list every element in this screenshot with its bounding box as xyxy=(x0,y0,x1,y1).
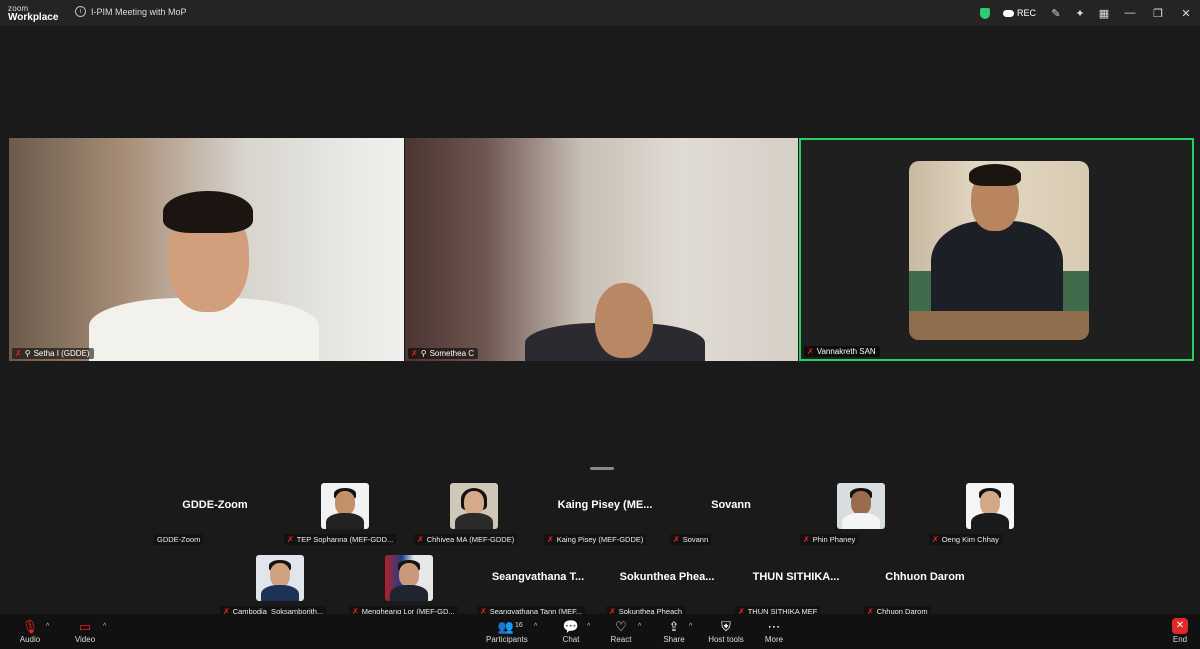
gallery-thumb[interactable]: Sovann ✗ Sovann xyxy=(666,483,796,545)
thumb-caption: ✗ Oeng Kim Chhay xyxy=(929,534,1002,545)
zoom-logo: zoom Workplace xyxy=(8,4,59,23)
gallery-thumb[interactable]: Sokunthea Phea... ✗ Sokunthea Pheach xyxy=(602,555,732,617)
thumb-display-name: GDDE-Zoom xyxy=(182,499,248,511)
ai-sparkle-icon[interactable]: ✦ xyxy=(1068,0,1092,26)
view-grid-icon[interactable]: ▦ xyxy=(1092,0,1116,26)
participant-avatar xyxy=(450,483,498,529)
mic-muted-icon: ✗ xyxy=(547,535,554,544)
participant-avatar xyxy=(966,483,1014,529)
participant-avatar xyxy=(321,483,369,529)
rec-label: REC xyxy=(1016,8,1036,18)
mic-muted-icon: ✗ xyxy=(417,535,424,544)
audio-button[interactable]: 🎙 Audio xyxy=(18,618,42,644)
participant-avatar xyxy=(837,483,885,529)
chat-button[interactable]: 💬 Chat xyxy=(560,618,582,644)
gallery-thumb[interactable]: Seangvathana T... ✗ Seangvathana Tann (ME… xyxy=(473,555,603,617)
close-window-button[interactable]: ✕ xyxy=(1172,0,1200,26)
participants-count: 16 xyxy=(515,622,523,629)
cloud-icon xyxy=(1002,9,1014,17)
mic-muted-icon: ✗ xyxy=(287,535,294,544)
participant-avatar xyxy=(256,555,304,601)
video-tile-3-active-speaker[interactable]: ✗ Vannakreth SAN xyxy=(799,138,1194,361)
recording-indicator[interactable]: REC xyxy=(1002,8,1036,18)
mic-muted-icon: ✗ xyxy=(807,347,814,356)
thumb-display-name: THUN SITHIKA... xyxy=(752,571,840,583)
gallery-thumb[interactable]: ✗ TEP Sophanna (MEF-GDD... xyxy=(280,483,410,545)
gallery-thumb[interactable]: GDDE-Zoom GDDE-Zoom xyxy=(150,483,280,545)
gallery-resize-handle[interactable] xyxy=(590,467,614,470)
thumb-display-name: Sokunthea Phea... xyxy=(619,571,715,583)
share-options-chevron-icon[interactable]: ^ xyxy=(689,623,692,630)
mic-muted-icon: 🎙 xyxy=(21,619,39,634)
gallery-thumb[interactable]: THUN SITHIKA... ✗ THUN SITHIKA MEF xyxy=(731,555,861,617)
minimize-button[interactable]: — xyxy=(1116,0,1144,26)
participant-video xyxy=(525,278,705,361)
meeting-title: I-PIM Meeting with MoP xyxy=(91,6,187,17)
participant-name: Setha I (GDDE) xyxy=(33,349,90,358)
shield-icon: ⛨ xyxy=(721,619,731,634)
more-button[interactable]: ⋯ More xyxy=(763,618,785,644)
participants-options-chevron-icon[interactable]: ^ xyxy=(534,623,537,630)
thumb-caption: ✗ Phin Phaney xyxy=(800,534,859,545)
thumb-caption: ✗ Sovann xyxy=(670,534,712,545)
profile-photo xyxy=(909,161,1089,340)
magic-wand-icon[interactable]: ✎ xyxy=(1044,0,1068,26)
mic-muted-icon: ✗ xyxy=(932,535,939,544)
chat-bubble-icon: 💬 xyxy=(562,619,580,634)
gallery-thumb[interactable]: ✗ Cambodia_Soksamborith... xyxy=(216,555,346,617)
restore-button[interactable]: ❐ xyxy=(1144,0,1172,26)
thumb-caption: ✗ TEP Sophanna (MEF-GDD... xyxy=(284,534,397,545)
chat-options-chevron-icon[interactable]: ^ xyxy=(587,623,590,630)
info-icon[interactable]: i xyxy=(75,6,86,17)
tile-name-label: ✗ Vannakreth SAN xyxy=(804,346,880,357)
mic-muted-icon: ✗ xyxy=(673,535,680,544)
video-button[interactable]: ▭ Video xyxy=(73,618,97,644)
video-tile-2[interactable]: ✗ ⚲ Somethea C xyxy=(405,138,798,361)
logo-bottom: Workplace xyxy=(8,12,59,23)
end-meeting-button[interactable]: ✕ End xyxy=(1172,618,1188,644)
heart-icon: ♡ xyxy=(615,619,627,634)
pin-icon: ⚲ xyxy=(420,349,427,358)
participant-avatar xyxy=(385,555,433,601)
gallery-thumb[interactable]: ✗ Phin Phaney xyxy=(796,483,926,545)
participant-name: Vannakreth SAN xyxy=(816,347,876,356)
mic-muted-icon: ✗ xyxy=(803,535,810,544)
participant-video xyxy=(89,188,329,361)
title-bar-controls: REC ✎ ✦ ▦ — ❐ ✕ xyxy=(973,0,1200,26)
thumb-caption: GDDE-Zoom xyxy=(154,534,204,545)
video-options-chevron-icon[interactable]: ^ xyxy=(103,623,106,630)
mic-muted-icon: ✗ xyxy=(411,349,418,358)
tile-name-label: ✗ ⚲ Setha I (GDDE) xyxy=(12,348,94,359)
gallery-thumb[interactable]: Kaing Pisey (ME... ✗ Kaing Pisey (MEF-GDD… xyxy=(540,483,670,545)
tile-name-label: ✗ ⚲ Somethea C xyxy=(408,348,479,359)
gallery-thumb[interactable]: Chhuon Darom ✗ Chhuon Darom xyxy=(860,555,990,617)
close-icon: ✕ xyxy=(1172,618,1188,634)
thumb-display-name: Sovann xyxy=(711,499,751,511)
gallery-thumb[interactable]: ✗ Oeng Kim Chhay xyxy=(925,483,1055,545)
video-off-icon: ▭ xyxy=(78,619,92,634)
video-tile-1[interactable]: ✗ ⚲ Setha I (GDDE) xyxy=(9,138,404,361)
more-dots-icon: ⋯ xyxy=(767,619,781,634)
thumb-display-name: Kaing Pisey (ME... xyxy=(557,499,653,511)
encryption-shield-icon[interactable] xyxy=(973,0,997,26)
mic-muted-icon: ✗ xyxy=(15,349,22,358)
pin-icon: ⚲ xyxy=(24,349,31,358)
meeting-toolbar: 🎙 Audio ^ ▭ Video ^ 👥 Participants 16 ^ … xyxy=(0,614,1200,649)
meeting-info[interactable]: i I-PIM Meeting with MoP xyxy=(75,6,187,17)
title-bar: zoom Workplace i I-PIM Meeting with MoP … xyxy=(0,0,1200,26)
thumb-caption: ✗ Chhivea MA (MEF-GDDE) xyxy=(414,534,518,545)
gallery-thumb[interactable]: ✗ Chhivea MA (MEF-GDDE) xyxy=(410,483,540,545)
thumb-display-name: Chhuon Darom xyxy=(885,571,965,583)
thumb-display-name: Seangvathana T... xyxy=(491,571,585,583)
react-button[interactable]: ♡ React xyxy=(610,618,632,644)
thumb-caption: ✗ Kaing Pisey (MEF-GDDE) xyxy=(544,534,647,545)
react-options-chevron-icon[interactable]: ^ xyxy=(638,623,641,630)
share-screen-icon: ⇪ xyxy=(668,619,680,634)
participant-name: Somethea C xyxy=(429,349,475,358)
audio-options-chevron-icon[interactable]: ^ xyxy=(46,623,49,630)
host-tools-button[interactable]: ⛨ Host tools xyxy=(708,618,744,644)
share-button[interactable]: ⇪ Share xyxy=(662,618,686,644)
gallery-thumb[interactable]: ✗ Mengheang Lor (MEF-GD... xyxy=(345,555,475,617)
